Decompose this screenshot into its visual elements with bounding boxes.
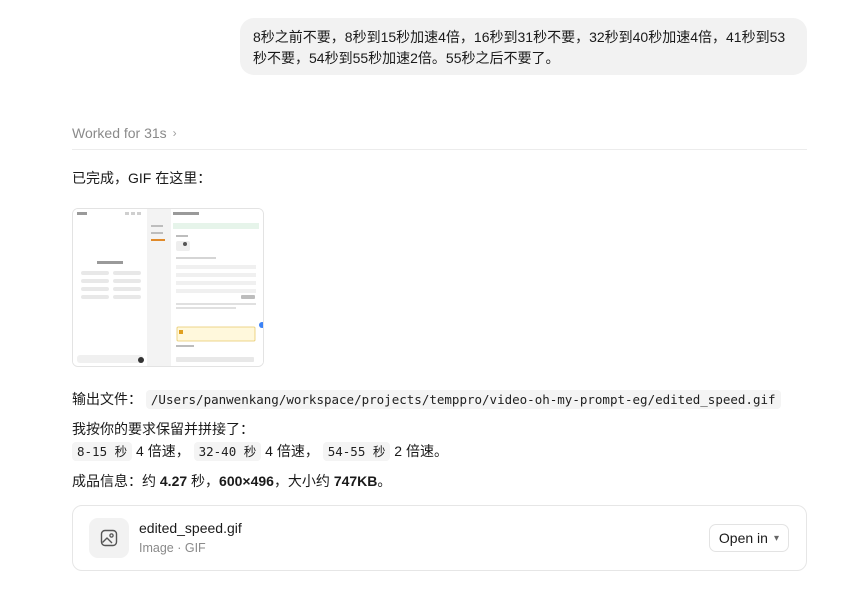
info-dimensions: 600×496 <box>219 473 274 489</box>
open-in-label: Open in <box>718 530 768 546</box>
file-attachment-card[interactable]: edited_speed.gif Image · GIF Open in ▾ <box>72 505 807 571</box>
user-message-line-1: 8秒之前不要，8秒到15秒加速4倍，16秒到31秒不要，32秒到40秒加速4倍，… <box>253 29 786 45</box>
output-info-line: 成品信息：约 4.27 秒，600×496，大小约 747KB。 <box>72 471 391 491</box>
info-duration: 4.27 <box>159 473 188 489</box>
output-file-line: 输出文件： /Users/panwenkang/workspace/projec… <box>72 389 781 410</box>
info-size-label: ，大小约 <box>273 473 334 489</box>
divider <box>72 149 807 150</box>
user-message-bubble: 8秒之前不要，8秒到15秒加速4倍，16秒到31秒不要，32秒到40秒加速4倍，… <box>240 18 807 75</box>
worked-for-label: Worked for 31s <box>72 125 167 141</box>
output-file-label: 输出文件： <box>72 391 142 407</box>
file-meta: Image · GIF <box>139 541 206 555</box>
chevron-down-icon: ▾ <box>773 532 779 544</box>
segment-2-range: 32-40 秒 <box>193 442 262 461</box>
segment-3-speed: 2 倍速。 <box>394 443 448 459</box>
segment-1-speed: 4 倍速， <box>136 443 190 459</box>
worked-for-toggle[interactable]: Worked for 31s › <box>72 125 177 141</box>
info-size: 747KB <box>333 473 378 489</box>
output-file-path: /Users/panwenkang/workspace/projects/tem… <box>145 390 781 409</box>
kept-segments-line: 8-15 秒 4 倍速， 32-40 秒 4 倍速， 54-55 秒 2 倍速。 <box>72 441 448 462</box>
segment-1-range: 8-15 秒 <box>72 442 133 461</box>
chevron-right-icon: › <box>172 126 177 140</box>
image-icon <box>100 529 118 547</box>
kept-segments-label: 我按你的要求保留并拼接了： <box>72 421 254 437</box>
file-name: edited_speed.gif <box>139 520 242 536</box>
gif-preview-image[interactable] <box>72 208 264 367</box>
info-seconds: 秒， <box>187 473 220 489</box>
gif-preview-graphic <box>73 209 263 366</box>
user-message-line-2: 秒不要，54秒到55秒加速2倍。55秒之后不要了。 <box>253 50 560 66</box>
segment-3-range: 54-55 秒 <box>322 442 391 461</box>
info-label: 成品信息：约 <box>72 473 160 489</box>
info-end: 。 <box>377 473 392 489</box>
image-file-icon <box>89 518 129 558</box>
segment-2-speed: 4 倍速， <box>265 443 319 459</box>
open-in-button[interactable]: Open in ▾ <box>708 524 789 552</box>
done-text: 已完成，GIF 在这里： <box>72 170 212 186</box>
chat-page: 8秒之前不要，8秒到15秒加速4倍，16秒到31秒不要，32秒到40秒加速4倍，… <box>0 0 867 595</box>
